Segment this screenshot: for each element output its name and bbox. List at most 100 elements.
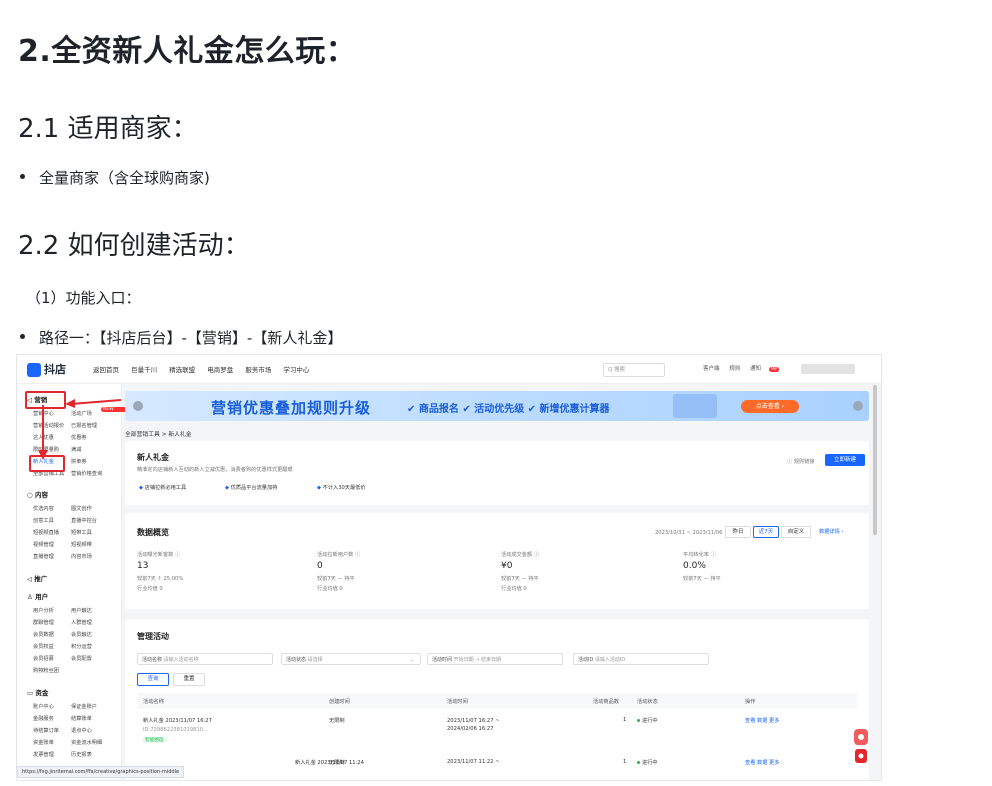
- top-nav: 返回首页 巨量千川 精选联盟 电商罗盘 服务市场 学习中心: [93, 364, 319, 374]
- banner-prev-icon[interactable]: [133, 401, 143, 411]
- bullet-merchants: 全量商家（含全球购商家): [20, 167, 210, 188]
- banner-view-button[interactable]: 点击查看 ›: [741, 400, 799, 413]
- filter-placeholder: 请选择: [307, 657, 323, 663]
- sidebar-row[interactable]: 优选内容 图文创作: [33, 505, 109, 512]
- metric-label: 活动曝光新客数 ⓘ: [137, 552, 181, 558]
- create-button[interactable]: 立即新建: [825, 454, 865, 466]
- filter-placeholder: 请输入活动名称: [163, 657, 199, 663]
- sidebar-row[interactable]: 视频管理 短视频带: [33, 541, 109, 548]
- filter-time[interactable]: 活动时间 开始日期 → 结束日期: [427, 653, 563, 665]
- paragraph-entry: （1）功能入口：: [26, 289, 141, 307]
- metric-compare: 较前7天 — 持平: [683, 576, 721, 582]
- sidebar-group-fund[interactable]: ▭ 资金: [27, 687, 48, 697]
- status-label: 进行中: [642, 760, 658, 766]
- group-label: 资金: [35, 689, 49, 697]
- sidebar-item-label: 用户分析: [33, 608, 54, 614]
- sidebar-row[interactable]: 创意工具 直播中控台: [33, 517, 109, 524]
- feature-1: ◆ 店铺拉新必用工具: [139, 484, 186, 491]
- annotation-arrows: [38, 399, 122, 460]
- sidebar-row[interactable]: 会员权益 积分运营: [33, 643, 109, 650]
- nav-market[interactable]: 服务市场: [245, 366, 271, 374]
- sidebar-item-label: 短视频带: [71, 542, 92, 548]
- sidebar-row[interactable]: 短视频直播 短带工具: [33, 529, 109, 536]
- sidebar-row[interactable]: 购物粉丝团: [33, 667, 71, 674]
- column-header: 活动商品数: [593, 699, 619, 705]
- sidebar-row[interactable]: 会员数据 会员触达: [33, 631, 109, 638]
- bullet-path: 路径一：【抖店后台】-【营销】-【新人礼金】: [20, 327, 342, 348]
- nav-home[interactable]: 返回首页: [93, 366, 119, 374]
- row-ops[interactable]: 查看 数据 更多: [745, 717, 779, 724]
- sidebar-item-label: 金融服务: [33, 716, 54, 722]
- logo-icon: [27, 363, 41, 377]
- breadcrumb[interactable]: 全部营销工具 > 新人礼金: [125, 429, 192, 438]
- overview-title: 数据概览: [137, 528, 169, 537]
- status-label: 进行中: [642, 718, 658, 724]
- reset-button[interactable]: 重置: [173, 673, 205, 686]
- sidebar-item-label: 会员触达: [71, 632, 92, 638]
- range-7days[interactable]: 近7天: [753, 526, 779, 538]
- sidebar-item-label: 群聊管理: [33, 620, 54, 626]
- assistant-float-button[interactable]: [853, 727, 869, 767]
- banner-next-icon[interactable]: [853, 401, 863, 411]
- sidebar-row[interactable]: 待结算订单 退点中心: [33, 727, 109, 734]
- sidebar-item-label: 待结算订单: [33, 728, 59, 734]
- row-ops[interactable]: 查看 数据 更多: [745, 759, 779, 766]
- sidebar-group-user[interactable]: ♙ 用户: [27, 591, 48, 601]
- column-header: 活动时间: [447, 699, 468, 705]
- nav-alliance[interactable]: 精选联盟: [169, 366, 195, 374]
- feature-label: 优质品平台流量加持: [230, 485, 278, 491]
- sidebar-row[interactable]: 用户分析 用户触达: [33, 607, 109, 614]
- nav-qianchuan[interactable]: 巨量千川: [131, 366, 157, 374]
- sidebar-group-promo[interactable]: ◁ 推广: [27, 573, 47, 583]
- row-status: 进行中: [637, 759, 658, 766]
- sidebar-row[interactable]: 群聊管理 人群管理: [33, 619, 109, 626]
- filter-name[interactable]: 活动名称 请输入活动名称: [137, 653, 273, 665]
- sidebar-item-label: 结算账单: [71, 716, 92, 722]
- data-detail-link[interactable]: 数据详情 ›: [819, 528, 843, 535]
- sidebar-row[interactable]: 会员招募 会员配置: [33, 655, 109, 662]
- row-name: 新人礼金 2023/11/07 11:24: [295, 760, 364, 766]
- avatar[interactable]: [801, 364, 855, 374]
- filter-id[interactable]: 活动ID 请输入活动ID: [573, 653, 709, 665]
- bullet-dot-icon: [20, 174, 25, 179]
- range-yesterday[interactable]: 昨日: [725, 526, 751, 538]
- rule-link[interactable]: ⓘ 规则链接: [787, 458, 815, 465]
- intro-card: 新人礼金 精准定向店铺新人互动的新人立减优惠，消费者购的优惠样式更醒眼 ◆ 店铺…: [125, 441, 869, 505]
- filter-label: 活动名称: [142, 657, 163, 663]
- filter-status[interactable]: 活动状态 请选择 ⌄: [281, 653, 421, 665]
- status-dot-icon: [637, 719, 640, 722]
- sidebar-row[interactable]: 发票管理 历史报表: [33, 751, 109, 758]
- metric-value: 13: [137, 561, 149, 571]
- nav-compass[interactable]: 电商罗盘: [207, 366, 233, 374]
- scrollbar[interactable]: [873, 385, 877, 535]
- table-header: 活动名称 创建时间 活动时间 活动商品数 活动状态 操作: [137, 693, 857, 709]
- range-custom[interactable]: 自定义: [781, 526, 811, 538]
- sidebar-item-label: 会员权益: [33, 644, 54, 650]
- metric-value: 0: [317, 561, 323, 571]
- metric-value: ¥0: [501, 561, 513, 571]
- banner-title: 营销优惠叠加规则升级: [211, 399, 372, 417]
- sidebar-row[interactable]: 金融服务 结算账单: [33, 715, 109, 722]
- bullet-text: 路径一：【抖店后台】-【营销】-【新人礼金】: [39, 329, 343, 347]
- rules-link[interactable]: 规则: [729, 366, 740, 372]
- sidebar-group-content[interactable]: ○ 内容: [27, 489, 48, 499]
- feature-label: 不计入30天最低价: [322, 485, 366, 491]
- promo-banner[interactable]: 营销优惠叠加规则升级 ✔ 商品报名 ✔ 活动优先级 ✔ 新增优惠计算器 点击查看…: [125, 391, 869, 421]
- nav-learning[interactable]: 学习中心: [283, 366, 309, 374]
- logo-text: 抖店: [44, 363, 66, 376]
- section-heading: 2.全资新人礼金怎么玩：: [18, 34, 357, 69]
- sidebar-row[interactable]: 直播管理 内容市场: [33, 553, 109, 560]
- search-input[interactable]: Q 搜索: [603, 363, 665, 377]
- feature-label: 店铺拉新必用工具: [144, 485, 187, 491]
- row-created: 无限制: [329, 718, 345, 724]
- feature-3: ◆ 不计入30天最低价: [317, 484, 366, 491]
- app-logo[interactable]: 抖店: [27, 361, 66, 377]
- client-link[interactable]: 客户端: [703, 366, 720, 372]
- column-header: 活动状态: [637, 699, 658, 705]
- overview-date-range[interactable]: 2023/10/31 ~ 2023/11/06: [655, 530, 722, 536]
- notify-link[interactable]: 通知 99: [750, 366, 787, 372]
- query-button[interactable]: 查询: [137, 673, 169, 686]
- notify-label: 通知: [750, 366, 762, 372]
- sidebar-row[interactable]: 资金账单 资金流水明细: [33, 739, 109, 746]
- sidebar-row[interactable]: 账户中心 保证金账户: [33, 703, 109, 710]
